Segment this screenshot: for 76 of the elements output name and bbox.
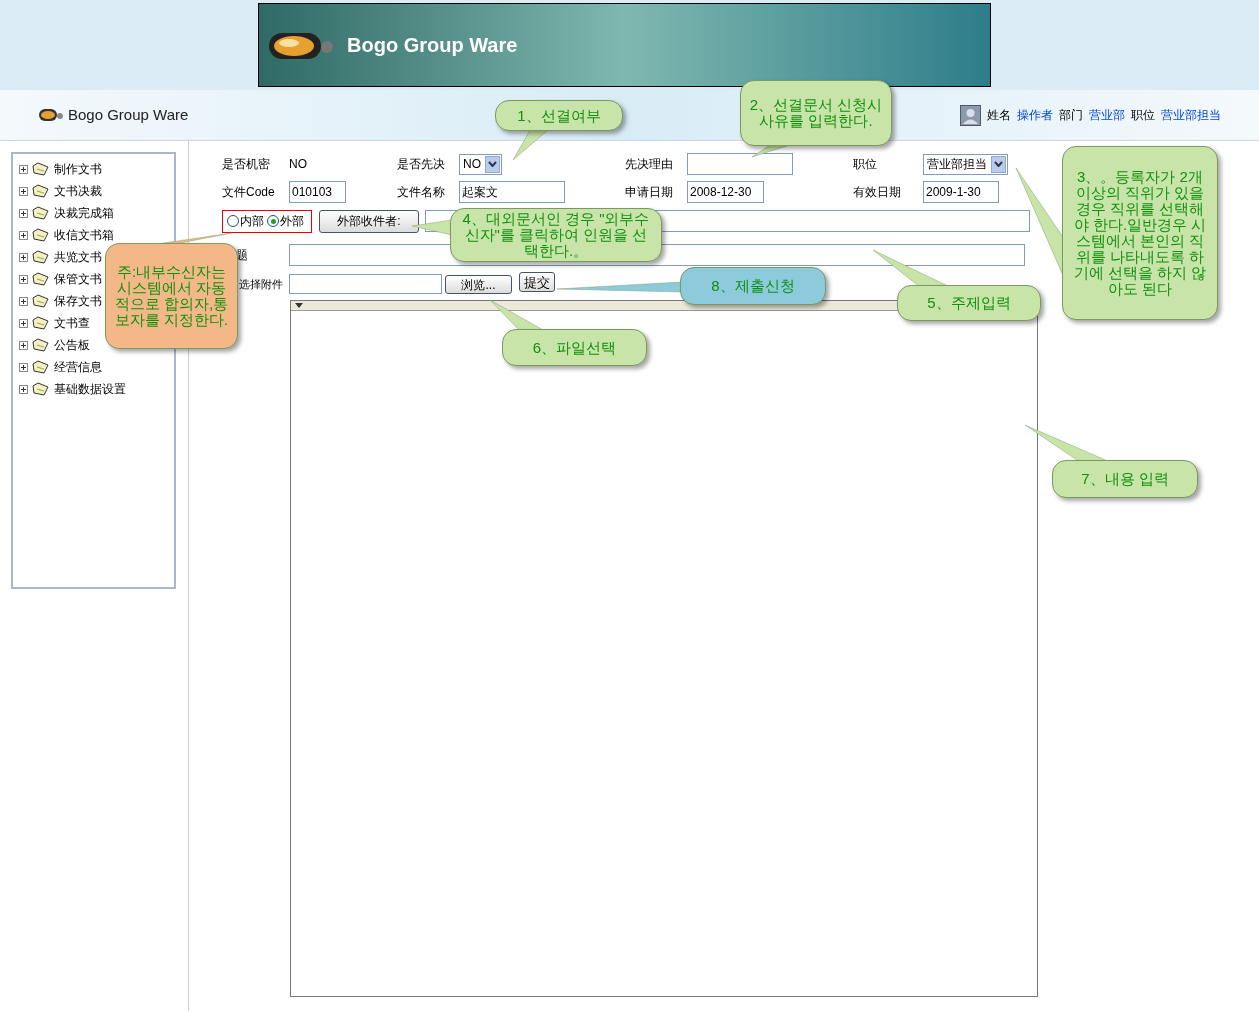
- dropdown[interactable]: NO: [459, 153, 502, 175]
- expand-icon[interactable]: [19, 340, 28, 350]
- app-name: Bogo Group Ware: [68, 104, 189, 125]
- field-label: 职位: [853, 156, 878, 173]
- banner-title: Bogo Group Ware: [347, 33, 518, 58]
- sidebar-item[interactable]: 文书决裁: [54, 182, 102, 200]
- folder-icon: [32, 271, 50, 287]
- radio-button[interactable]: [227, 215, 239, 227]
- browse-button[interactable]: 浏览...: [445, 274, 512, 294]
- sidebar-item[interactable]: 经营信息: [54, 358, 102, 376]
- field-label: 是否机密: [222, 156, 271, 173]
- field-label: 申请日期: [625, 184, 674, 201]
- sidebar-item[interactable]: 制作文书: [54, 160, 102, 178]
- sidebar-item[interactable]: 文书查: [54, 314, 90, 332]
- folder-icon: [32, 315, 50, 331]
- sidebar-item[interactable]: 共览文书: [54, 248, 102, 266]
- expand-icon[interactable]: [19, 362, 28, 372]
- expand-icon[interactable]: [19, 274, 28, 284]
- sidebar-item[interactable]: 保存文书: [54, 292, 102, 310]
- input-field[interactable]: 起案文: [459, 181, 565, 203]
- expand-icon[interactable]: [19, 186, 28, 196]
- folder-icon: [32, 205, 50, 221]
- callout: 4、대외문서인 경우 "외부수신자"를 클릭하여 인원을 선택한다.。: [450, 208, 662, 262]
- radio-button[interactable]: [267, 215, 279, 227]
- expand-icon[interactable]: [19, 230, 28, 240]
- radio-option[interactable]: 外部: [267, 212, 304, 230]
- folder-icon: [32, 293, 50, 309]
- expand-icon[interactable]: [19, 252, 28, 262]
- sidebar-item[interactable]: 决裁完成箱: [54, 204, 114, 222]
- folder-icon: [32, 227, 50, 243]
- user-info-value[interactable]: 营业部: [1089, 106, 1125, 124]
- callout: 8、제출신청: [680, 267, 826, 305]
- field-label: 有效日期: [853, 184, 902, 201]
- folder-icon: [32, 381, 50, 397]
- sidebar-item[interactable]: 公告板: [54, 336, 90, 354]
- callout-tail: [512, 129, 549, 161]
- dropdown[interactable]: 营业部担当: [923, 153, 1008, 175]
- callout-tail: [411, 219, 453, 236]
- input-field[interactable]: [687, 153, 793, 175]
- file-path-field[interactable]: [289, 274, 442, 294]
- user-info-label: 姓名: [987, 107, 1011, 124]
- input-field[interactable]: 2009-1-30: [923, 181, 999, 203]
- expand-icon[interactable]: [19, 164, 28, 174]
- input-field[interactable]: 2008-12-30: [687, 181, 764, 203]
- folder-icon: [32, 183, 50, 199]
- folder-icon: [32, 337, 50, 353]
- field-value: NO: [289, 157, 307, 171]
- sidebar-item[interactable]: 基础数据设置: [54, 380, 126, 398]
- field-label: 文件Code: [222, 184, 276, 201]
- user-info-label: 职位: [1131, 107, 1155, 124]
- callout: 5、주제입력: [897, 285, 1041, 321]
- attachment-label: 选择附件: [238, 276, 284, 292]
- user-info-label: 部门: [1059, 107, 1083, 124]
- collapse-arrow-icon[interactable]: [295, 303, 303, 308]
- input-field[interactable]: 010103: [289, 181, 346, 203]
- expand-icon[interactable]: [19, 296, 28, 306]
- submit-button[interactable]: 提交: [519, 272, 555, 292]
- callout: 7、내용 입력: [1052, 460, 1198, 498]
- field-label: 是否先决: [397, 156, 446, 173]
- field-label: 先决理由: [625, 156, 674, 173]
- folder-icon: [32, 249, 50, 265]
- expand-icon[interactable]: [19, 208, 28, 218]
- expand-icon[interactable]: [19, 318, 28, 328]
- expand-icon[interactable]: [19, 384, 28, 394]
- folder-icon: [32, 161, 50, 177]
- external-recipient-button[interactable]: 外部收件者:: [319, 209, 419, 233]
- user-avatar-icon: [960, 104, 981, 126]
- sidebar-item[interactable]: 收信文书箱: [54, 226, 114, 244]
- folder-icon: [32, 359, 50, 375]
- subject-label: 题: [235, 247, 249, 264]
- goggles-icon: [38, 107, 64, 123]
- user-info-value[interactable]: 营业部担当: [1161, 106, 1221, 124]
- user-info-value[interactable]: 操作者: [1017, 106, 1053, 124]
- radio-option[interactable]: 内部: [227, 212, 264, 230]
- sidebar-item[interactable]: 保管文书: [54, 270, 102, 288]
- field-label: 文件名称: [397, 184, 446, 201]
